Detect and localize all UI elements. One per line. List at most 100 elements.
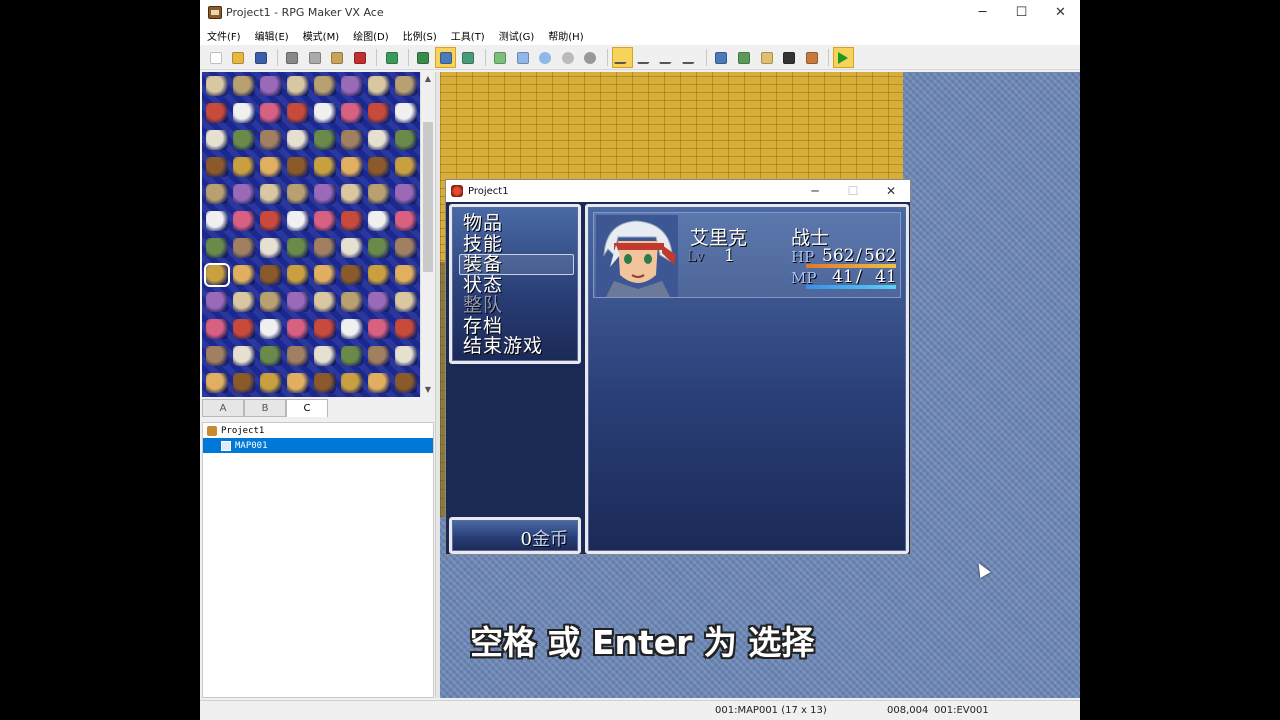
actor-face-portrait — [596, 215, 678, 297]
menu-draw[interactable]: 绘图(D) — [346, 28, 396, 43]
minimize-button[interactable]: ─ — [963, 0, 1002, 25]
tileset-tile — [341, 211, 363, 231]
tileset-tile — [287, 76, 309, 96]
toolbar-flood-fill-button[interactable] — [557, 47, 578, 68]
toolbar-zoom-1-2-button[interactable] — [634, 47, 655, 68]
tileset-tile — [341, 130, 363, 150]
menu-command-item[interactable]: 装备 — [463, 254, 503, 274]
tileset-tile — [260, 211, 282, 231]
tab-b[interactable]: B — [244, 399, 286, 417]
tab-c[interactable]: C — [286, 399, 328, 417]
toolbar-rectangle-button[interactable] — [512, 47, 533, 68]
tileset-tile — [260, 292, 282, 312]
tileset-scrollbar[interactable]: ▲ ▼ — [420, 72, 434, 397]
toolbar-save-project-button[interactable] — [250, 47, 271, 68]
tileset-tile — [206, 319, 228, 339]
menu-help[interactable]: 帮助(H) — [541, 28, 590, 43]
cut-icon — [286, 51, 299, 64]
tileset-tile — [341, 238, 363, 258]
tree-item-map001[interactable]: MAP001 — [203, 438, 433, 453]
toolbar-pencil-button[interactable] — [490, 47, 511, 68]
menu-tools[interactable]: 工具(T) — [444, 28, 492, 43]
tileset-tile — [341, 346, 363, 366]
gold-window: 0金币 — [449, 517, 581, 554]
close-button[interactable]: ✕ — [1041, 0, 1080, 25]
tileset-tile — [395, 265, 417, 285]
tileset-tile — [314, 184, 336, 204]
toolbar-separator — [827, 49, 829, 66]
menu-command-item[interactable]: 物品 — [463, 213, 503, 233]
toolbar-sound-test-button[interactable] — [779, 47, 800, 68]
toolbar-script-editor-button[interactable] — [756, 47, 777, 68]
tileset-tile — [395, 157, 417, 177]
toolbar-map-layer-button[interactable] — [413, 47, 434, 68]
hp-current: 562 — [822, 246, 855, 266]
tileset-tile — [368, 130, 390, 150]
playtest-close-button[interactable]: ✕ — [872, 180, 910, 202]
playtest-window[interactable]: Project1 ─ ☐ ✕ 物品 技能 装备 状态 整队 存档 结束游戏 0金币 — [445, 179, 911, 555]
menu-scale[interactable]: 比例(S) — [396, 28, 444, 43]
toolbar-undo-button[interactable] — [381, 47, 402, 68]
menu-file[interactable]: 文件(F) — [200, 28, 248, 43]
toolbar-separator — [376, 49, 378, 66]
menu-game[interactable]: 测试(G) — [492, 28, 542, 43]
tileset-tile — [341, 373, 363, 393]
tileset-tile — [314, 103, 336, 123]
scroll-up-icon[interactable]: ▲ — [421, 72, 435, 86]
tab-a[interactable]: A — [202, 399, 244, 417]
toolbar-copy-button[interactable] — [304, 47, 325, 68]
menu-command-item[interactable]: 存档 — [463, 316, 503, 336]
menu-command-item[interactable]: 技能 — [463, 234, 503, 254]
toolbar — [200, 46, 1080, 70]
toolbar-cut-button[interactable] — [282, 47, 303, 68]
toolbar-paste-button[interactable] — [327, 47, 348, 68]
toolbar-zoom-1-1-button[interactable] — [611, 47, 633, 68]
status-coords: 008,004 — [887, 705, 929, 716]
toolbar-database-button[interactable] — [711, 47, 732, 68]
tileset-tile — [341, 265, 363, 285]
zoom-1-4-icon — [659, 51, 676, 64]
level-label: Lv — [687, 249, 705, 265]
toolbar-resource-manager-button[interactable] — [733, 47, 754, 68]
menu-command-item[interactable]: 整队 — [463, 295, 503, 315]
paste-icon — [331, 51, 344, 64]
scroll-down-icon[interactable]: ▼ — [421, 383, 435, 397]
tileset-palette[interactable] — [202, 72, 420, 397]
tileset-tile — [368, 238, 390, 258]
mp-gauge — [806, 285, 896, 289]
toolbar-character-generator-button[interactable] — [801, 47, 822, 68]
tileset-tile — [260, 319, 282, 339]
toolbar-open-project-button[interactable] — [228, 47, 249, 68]
toolbar-region-layer-button[interactable] — [458, 47, 479, 68]
tileset-tile — [341, 103, 363, 123]
tileset-tile — [395, 373, 417, 393]
tileset-tile — [206, 157, 228, 177]
playtest-minimize-button[interactable]: ─ — [796, 180, 834, 202]
tileset-tile — [395, 238, 417, 258]
tileset-tile — [314, 373, 336, 393]
menu-command-item[interactable]: 状态 — [463, 275, 503, 295]
scrollbar-thumb[interactable] — [423, 122, 433, 272]
toolbar-new-project-button[interactable] — [205, 47, 226, 68]
menu-command-item[interactable]: 结束游戏 — [463, 336, 543, 356]
toolbar-playtest-button[interactable] — [832, 47, 854, 68]
tileset-tile — [287, 373, 309, 393]
toolbar-event-layer-button[interactable] — [435, 47, 457, 68]
sound-test-icon — [783, 51, 796, 64]
save-project-icon — [254, 51, 267, 64]
toolbar-separator — [606, 49, 608, 66]
toolbar-ellipse-button[interactable] — [535, 47, 556, 68]
actor-entry[interactable]: 艾里克 Lv 1 战士 HP 562 / 562 MP 41 / 41 — [593, 212, 901, 298]
tileset-tile — [287, 292, 309, 312]
toolbar-zoom-1-4-button[interactable] — [657, 47, 678, 68]
maximize-button[interactable]: ☐ — [1002, 0, 1041, 25]
toolbar-delete-button[interactable] — [350, 47, 371, 68]
tree-item-label: MAP001 — [235, 440, 268, 451]
tree-root[interactable]: Project1 — [203, 423, 433, 438]
toolbar-shadow-pen-button[interactable] — [580, 47, 601, 68]
tileset-tile — [233, 292, 255, 312]
menu-mode[interactable]: 模式(M) — [296, 28, 346, 43]
menu-edit[interactable]: 编辑(E) — [248, 28, 296, 43]
tileset-tile — [233, 265, 255, 285]
toolbar-zoom-1-8-button[interactable] — [679, 47, 700, 68]
